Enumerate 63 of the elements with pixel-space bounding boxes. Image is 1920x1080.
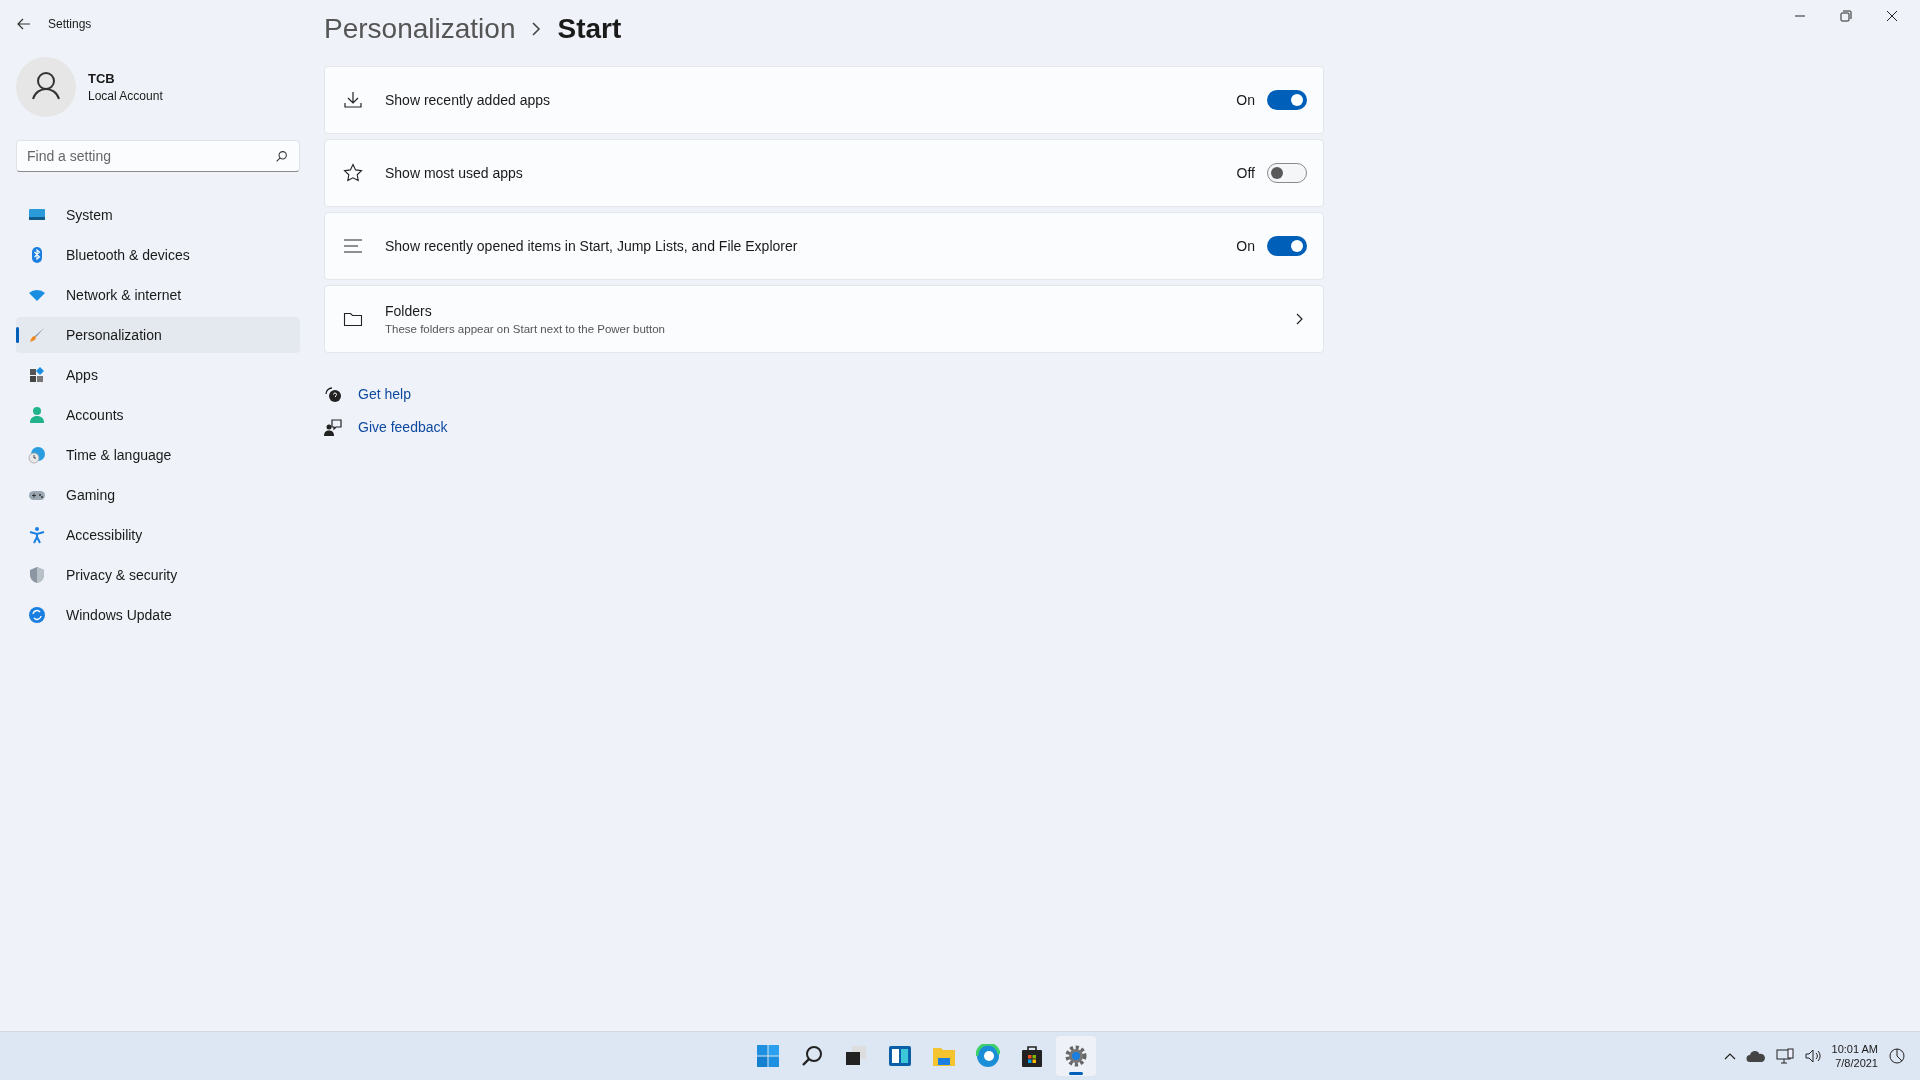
- nav-item[interactable]: Network & internet: [16, 277, 300, 313]
- brush-icon: [28, 326, 46, 344]
- nav-item[interactable]: Bluetooth & devices: [16, 237, 300, 273]
- search-icon: [275, 150, 288, 163]
- back-icon[interactable]: [16, 16, 32, 32]
- setting-description: These folders appear on Start next to the Power button: [385, 323, 666, 335]
- setting-card[interactable]: Folders These folders appear on Start next to the Power button: [324, 285, 1324, 353]
- nav-item[interactable]: Apps: [16, 357, 300, 393]
- volume-icon[interactable]: [1803, 1048, 1822, 1064]
- avatar-icon: [16, 57, 76, 117]
- globe-clock-icon: [28, 446, 46, 464]
- account-type: Local Account: [88, 89, 163, 103]
- browser-icon: [975, 1044, 1000, 1068]
- restore-icon[interactable]: [1840, 10, 1852, 22]
- accessibility-icon: [28, 526, 46, 544]
- setting-label: Show recently opened items in Start, Jump Lists, and File Explorer: [385, 238, 799, 254]
- star-icon: [343, 163, 363, 183]
- toggle-switch[interactable]: [1267, 236, 1307, 256]
- list-icon: [343, 236, 363, 256]
- task-view-icon: [843, 1044, 868, 1068]
- window-title: Settings: [48, 17, 92, 31]
- widgets-icon: [887, 1044, 912, 1068]
- sync-icon: [28, 606, 46, 624]
- chevron-up-icon[interactable]: [1723, 1052, 1736, 1060]
- nav-item[interactable]: Windows Update: [16, 597, 300, 633]
- store-icon: [1019, 1044, 1044, 1068]
- search-field[interactable]: Find a setting: [16, 140, 300, 172]
- nav-item[interactable]: Gaming: [16, 477, 300, 513]
- clock-date[interactable]: 7/8/2021: [1835, 1056, 1878, 1070]
- toggle-switch[interactable]: [1267, 163, 1307, 183]
- nav-item[interactable]: Accounts: [16, 397, 300, 433]
- person-icon: [28, 406, 46, 424]
- toggle-state: On: [1236, 92, 1255, 108]
- user-name: TCB: [88, 71, 116, 86]
- apps-icon: [28, 366, 46, 384]
- help-icon: [324, 385, 342, 403]
- close-icon[interactable]: [1886, 10, 1898, 22]
- nav-item[interactable]: Personalization: [16, 317, 300, 353]
- nav-item[interactable]: Time & language: [16, 437, 300, 473]
- monitor-icon[interactable]: [1775, 1048, 1794, 1064]
- clock-time[interactable]: 10:01 AM: [1831, 1042, 1878, 1056]
- start-icon: [755, 1044, 780, 1068]
- setting-label: Show recently added apps: [385, 92, 551, 108]
- help-link[interactable]: Get help: [358, 386, 411, 402]
- toggle-state: Off: [1236, 165, 1255, 181]
- shield-icon: [28, 566, 46, 584]
- setting-label: Folders: [385, 303, 433, 319]
- download-icon: [343, 90, 363, 110]
- feedback-icon: [324, 418, 342, 436]
- help-link[interactable]: Give feedback: [358, 419, 448, 435]
- notification-icon[interactable]: [1888, 1047, 1906, 1065]
- toggle-state: On: [1236, 238, 1255, 254]
- nav-item[interactable]: System: [16, 197, 300, 233]
- setting-label: Show most used apps: [385, 165, 524, 181]
- toggle-switch[interactable]: [1267, 90, 1307, 110]
- page-title: Start: [557, 13, 622, 45]
- cloud-icon[interactable]: [1745, 1049, 1766, 1063]
- breadcrumb-link[interactable]: Personalization: [324, 13, 516, 45]
- chevron-right-icon: [531, 22, 542, 36]
- chevron-right-icon[interactable]: [1295, 313, 1303, 325]
- nav-item[interactable]: Privacy & security: [16, 557, 300, 593]
- nav-item[interactable]: Accessibility: [16, 517, 300, 553]
- settings-icon: [1063, 1044, 1088, 1068]
